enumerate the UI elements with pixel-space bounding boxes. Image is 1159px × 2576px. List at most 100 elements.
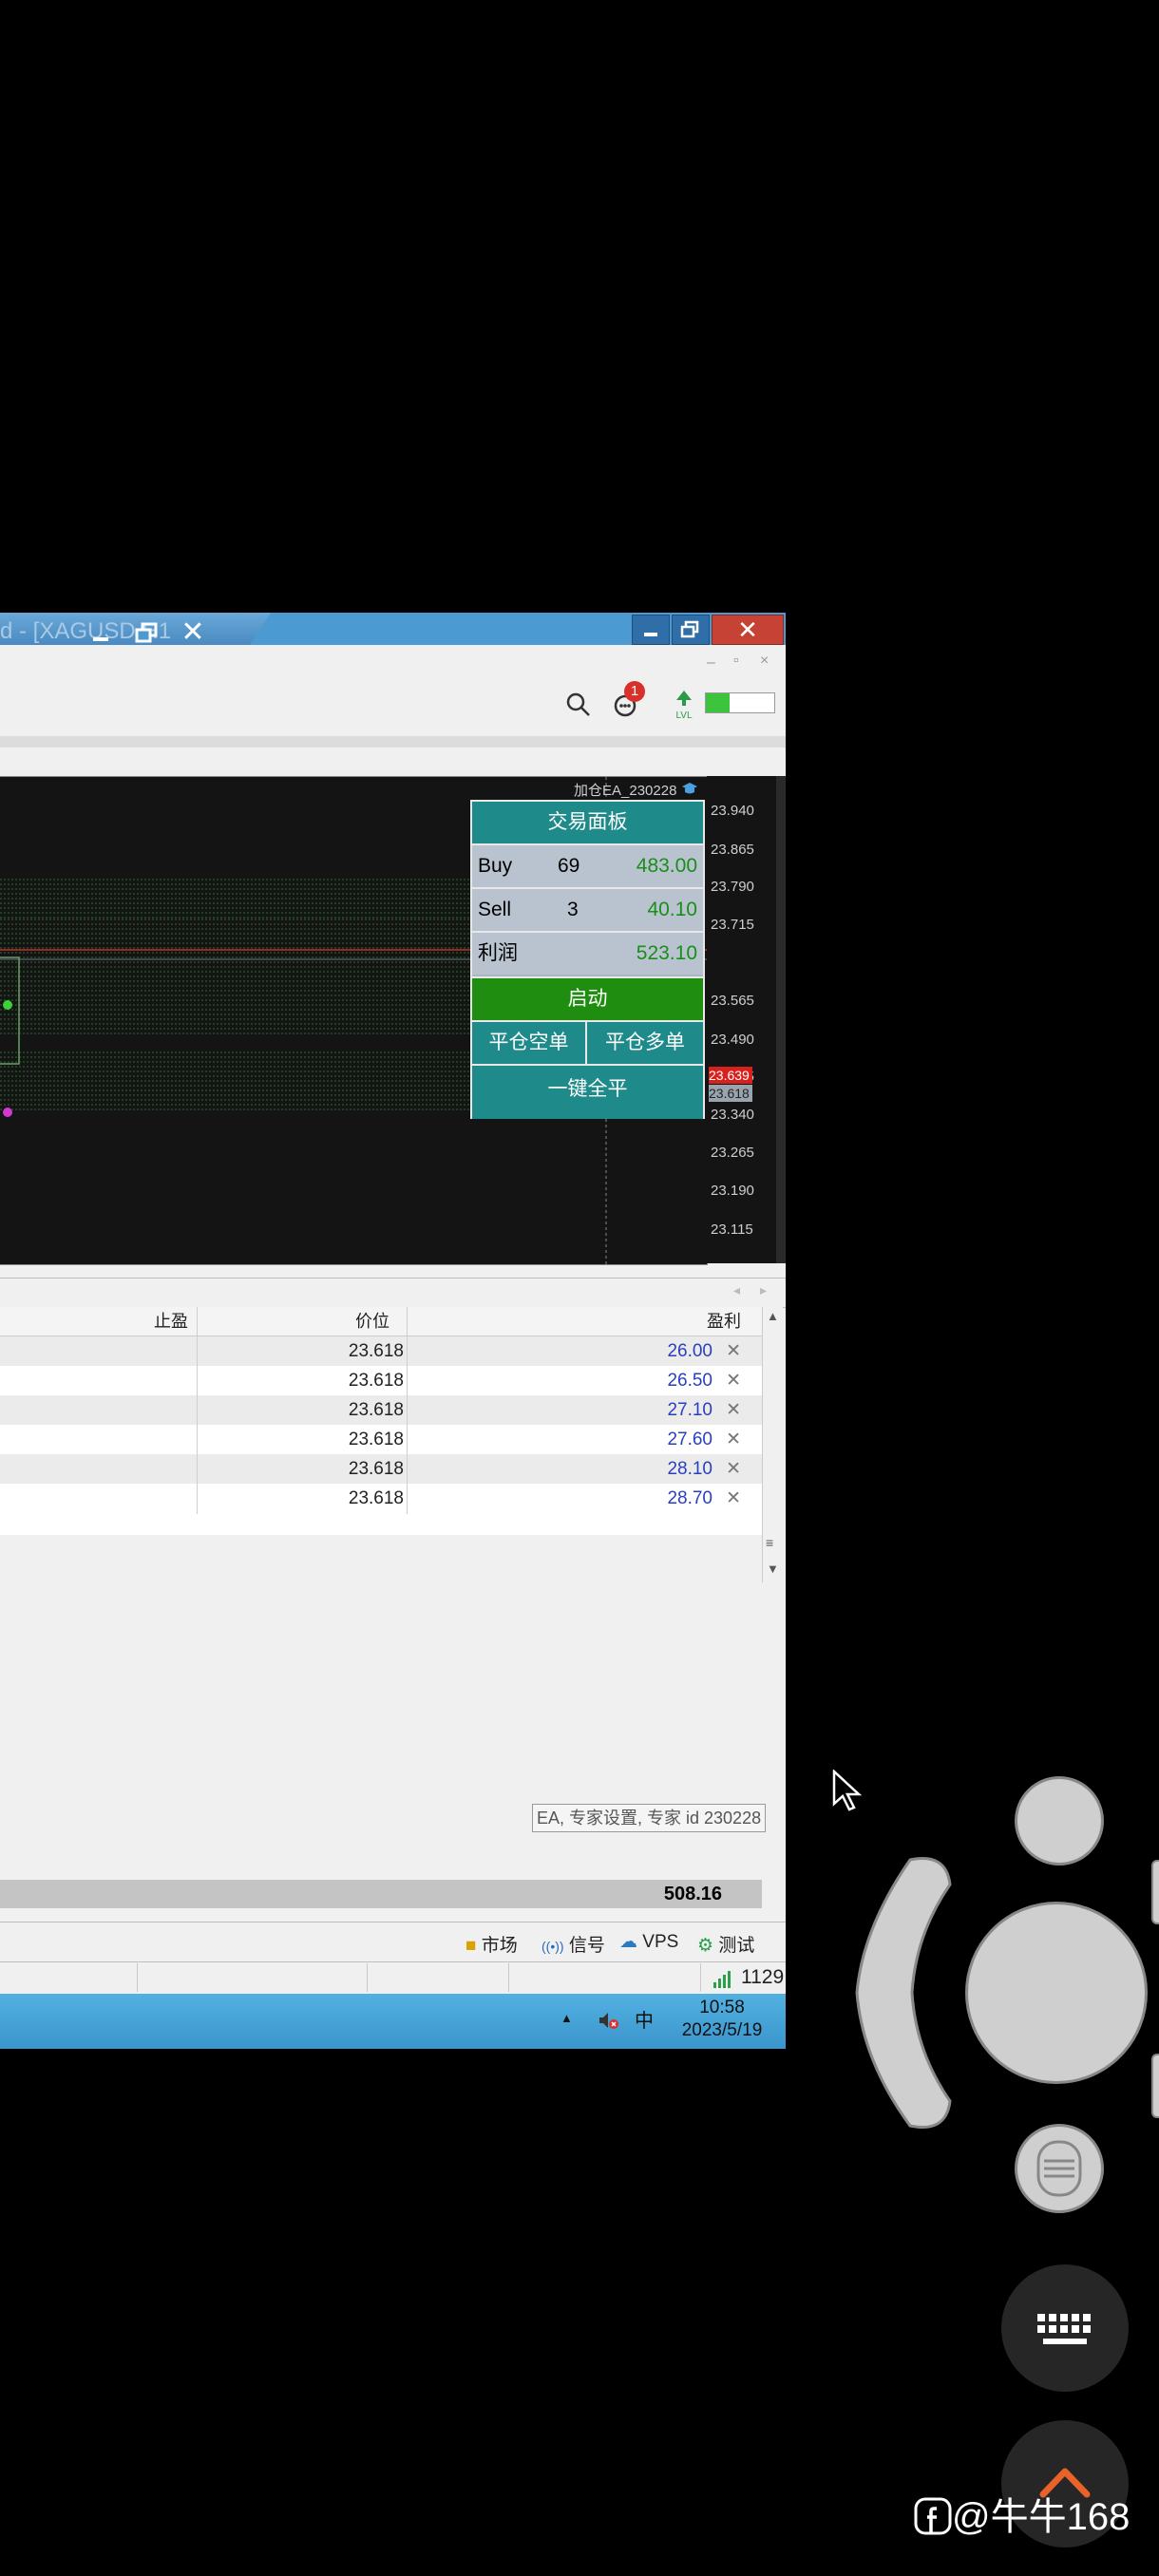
buy-label: Buy	[478, 855, 513, 877]
table-row[interactable]: 23.618 26.50 ✕	[0, 1366, 762, 1395]
window-restore-button[interactable]	[672, 615, 710, 645]
close-position-icon[interactable]: ✕	[726, 1395, 741, 1425]
mdi-close-icon[interactable]: ×	[760, 653, 769, 670]
notification-badge: 1	[624, 681, 645, 702]
connection-bars-icon	[713, 1971, 731, 1988]
header-price[interactable]: 价位	[355, 1307, 390, 1335]
tray-expand-icon[interactable]: ▲	[560, 2011, 573, 2025]
scroll-wheel-button[interactable]	[1015, 2124, 1104, 2213]
row-price: 23.618	[348, 1488, 404, 1508]
scroll-left-icon[interactable]: ◂	[733, 1282, 740, 1298]
cloud-icon: ☁	[619, 1932, 637, 1952]
column-divider	[197, 1307, 198, 1514]
row-price: 23.618	[348, 1430, 404, 1449]
sell-count: 3	[567, 899, 579, 920]
inner-restore-icon[interactable]	[133, 618, 165, 647]
tab-signals[interactable]: ((•)) 信号	[542, 1931, 605, 1957]
price-tick-label: 23.715	[711, 917, 754, 933]
price-tick-label: 23.340	[711, 1107, 754, 1123]
clock-date[interactable]: 2023/5/19	[670, 2020, 774, 2041]
table-row[interactable]: 23.618 28.70 ✕	[0, 1484, 762, 1513]
speaker-muted-icon[interactable]	[597, 2009, 619, 2032]
table-row[interactable]: 23.618 27.60 ✕	[0, 1425, 762, 1454]
svg-text:LVL: LVL	[675, 710, 692, 721]
price-tick-label: 23.490	[711, 1032, 754, 1048]
close-long-button[interactable]: 平仓多单	[587, 1020, 703, 1064]
ea-hat-icon[interactable]	[680, 781, 699, 796]
tab-tester[interactable]: ⚙ 测试	[697, 1931, 754, 1957]
row-profit: 28.10	[667, 1459, 712, 1479]
bid-price-tag: 23.639	[709, 1067, 752, 1084]
profit-row: 利润 523.10	[472, 931, 703, 975]
start-button[interactable]: 启动	[472, 976, 703, 1020]
profit-value: 523.10	[636, 942, 697, 964]
row-profit: 28.70	[667, 1488, 712, 1508]
header-take-profit[interactable]: 止盈	[154, 1307, 188, 1335]
price-tick-label: 23.190	[711, 1183, 754, 1199]
search-icon[interactable]	[564, 691, 593, 719]
status-divider	[508, 1963, 509, 1992]
mdi-minimize-icon[interactable]: –	[707, 654, 715, 672]
row-price: 23.618	[348, 1371, 404, 1391]
close-position-icon[interactable]: ✕	[726, 1425, 741, 1454]
close-position-icon[interactable]: ✕	[726, 1454, 741, 1484]
restore-icon	[680, 620, 699, 638]
minimize-icon	[644, 633, 657, 636]
edge-button-top[interactable]	[1151, 1860, 1159, 1924]
joystick-pad[interactable]	[965, 1902, 1148, 2084]
status-bar	[0, 1961, 786, 1995]
toolbar	[0, 677, 786, 736]
taskbar	[0, 1994, 786, 2049]
tab-vps[interactable]: ☁ VPS	[619, 1931, 678, 1953]
signal-icon: ((•))	[542, 1939, 564, 1954]
trade-table: 止盈 价位 盈利 23.618 26.00 ✕ 23.618 26.50 ✕ 23.618 2…	[0, 1307, 762, 1535]
total-row: 508.16	[0, 1880, 762, 1908]
row-price: 23.618	[348, 1459, 404, 1479]
level-meter	[705, 692, 775, 713]
facebook-logo-icon	[914, 2497, 952, 2535]
scroll-thumb-icon[interactable]: ≡	[766, 1535, 773, 1550]
tab-market[interactable]: ■ 市场	[466, 1931, 518, 1957]
close-position-icon[interactable]: ✕	[726, 1484, 741, 1513]
left-click-arc-button[interactable]	[844, 1852, 967, 2133]
connection-status: 1129	[741, 1966, 785, 1988]
price-tick-label: 23.940	[711, 803, 754, 819]
table-row[interactable]: 23.618 27.10 ✕	[0, 1395, 762, 1425]
edge-button-bottom[interactable]	[1151, 2054, 1159, 2118]
price-tick-label: 23.265	[711, 1145, 754, 1161]
buy-row: Buy 69 483.00	[472, 843, 703, 887]
scroll-right-icon[interactable]: ▸	[760, 1282, 767, 1298]
level-meter-fill	[706, 693, 731, 712]
chart-scrollbar[interactable]	[776, 776, 786, 1263]
right-click-button[interactable]	[1015, 1776, 1104, 1866]
close-position-icon[interactable]: ✕	[726, 1336, 741, 1366]
row-price: 23.618	[348, 1400, 404, 1420]
window-close-button[interactable]: ✕	[712, 615, 784, 645]
close-short-button[interactable]: 平仓空单	[472, 1020, 587, 1064]
buy-count: 69	[558, 855, 580, 877]
gear-icon: ⚙	[697, 1936, 714, 1956]
clock-time[interactable]: 10:58	[674, 1998, 770, 2018]
terminal-splitter[interactable]: ◂ ▸	[0, 1278, 786, 1308]
table-row[interactable]: 23.618 26.00 ✕	[0, 1336, 762, 1366]
ime-indicator[interactable]: 中	[635, 2005, 654, 2033]
header-profit[interactable]: 盈利	[707, 1307, 741, 1335]
scroll-down-icon[interactable]: ▼	[767, 1562, 779, 1576]
mdi-restore-icon[interactable]: ▫	[733, 653, 739, 670]
ea-name-label: 加仓EA_230228	[574, 783, 677, 799]
close-position-icon[interactable]: ✕	[726, 1366, 741, 1395]
keyboard-button[interactable]	[1001, 2264, 1129, 2392]
inner-minimize-icon[interactable]	[87, 618, 120, 647]
buy-profit: 483.00	[636, 855, 697, 877]
row-profit: 27.60	[667, 1430, 712, 1449]
window-minimize-button[interactable]	[632, 615, 670, 645]
bag-icon: ■	[466, 1936, 477, 1956]
scroll-up-icon[interactable]: ▲	[767, 1309, 779, 1323]
chart-header-gap	[0, 748, 786, 776]
inner-close-icon[interactable]: ✕	[177, 616, 209, 649]
ask-price-tag: 23.618	[709, 1085, 752, 1102]
table-scrollbar[interactable]: ▲ ≡ ▼	[762, 1307, 783, 1582]
row-profit: 26.00	[667, 1341, 712, 1361]
close-all-button[interactable]: 一键全平	[472, 1064, 703, 1119]
table-row[interactable]: 23.618 28.10 ✕	[0, 1454, 762, 1484]
